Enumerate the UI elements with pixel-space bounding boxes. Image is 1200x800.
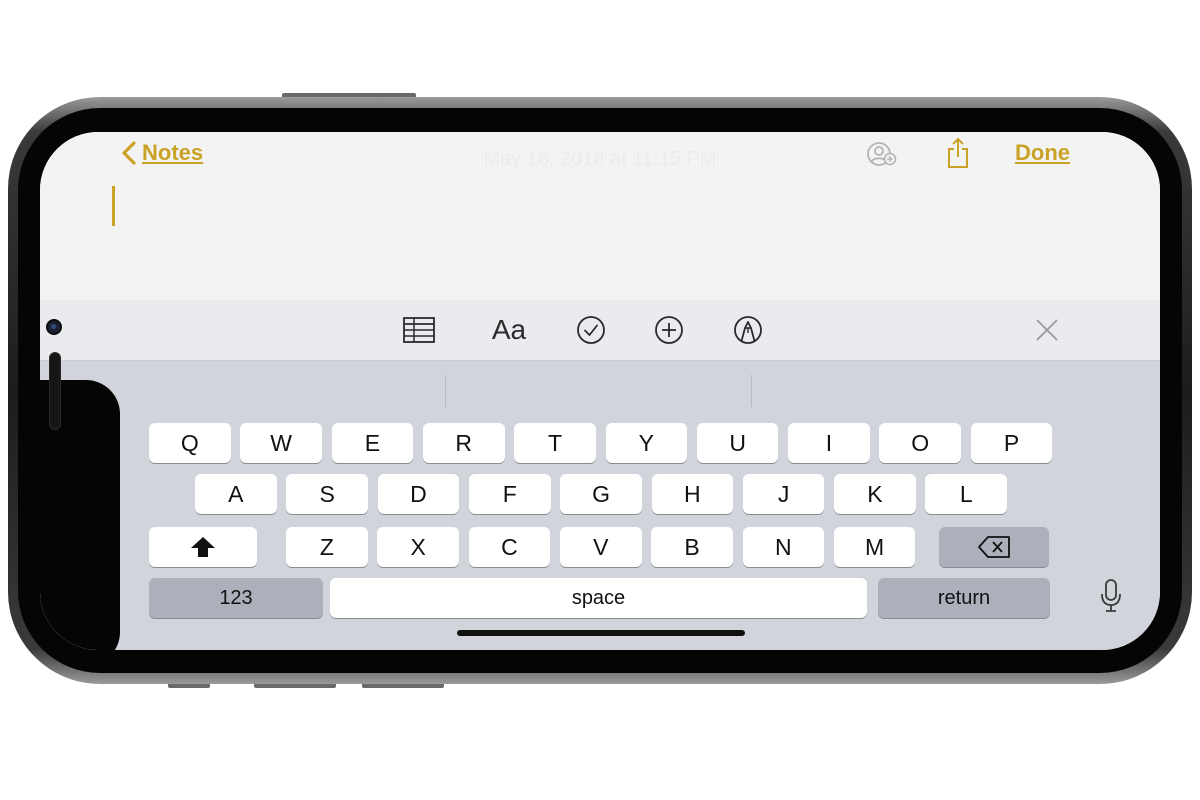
key-label: A — [228, 480, 244, 507]
add-person-icon — [867, 142, 897, 166]
suggestion-divider — [751, 375, 752, 407]
key-c[interactable]: C — [468, 527, 551, 567]
table-button[interactable] — [402, 300, 436, 360]
key-label: S — [319, 480, 335, 507]
microphone-icon — [1101, 579, 1121, 612]
share-icon — [948, 137, 968, 168]
key-i[interactable]: I — [788, 423, 870, 463]
close-icon — [1036, 319, 1058, 341]
markup-pen-icon — [734, 316, 762, 344]
key-label: C — [501, 533, 518, 560]
key-n[interactable]: N — [742, 527, 825, 567]
key-r[interactable]: R — [422, 423, 505, 463]
space-key-label: space — [571, 586, 626, 609]
home-indicator — [457, 630, 745, 636]
key-g[interactable]: G — [560, 474, 642, 514]
key-label: I — [825, 429, 833, 456]
key-s[interactable]: S — [286, 474, 368, 514]
text-cursor — [112, 186, 115, 226]
key-o[interactable]: O — [879, 423, 962, 463]
text-format-icon: Aa — [491, 314, 527, 345]
key-label: M — [865, 533, 885, 560]
key-label: X — [410, 533, 426, 560]
key-k[interactable]: K — [834, 474, 916, 514]
key-label: E — [364, 429, 381, 456]
shift-key[interactable] — [149, 527, 257, 567]
key-j[interactable]: J — [742, 474, 825, 514]
key-label: P — [1003, 429, 1020, 456]
checklist-icon — [577, 316, 605, 344]
backspace-icon — [978, 536, 1010, 558]
key-label: Q — [180, 429, 199, 456]
plus-circle-icon — [655, 316, 683, 344]
key-y[interactable]: Y — [605, 423, 688, 463]
key-f[interactable]: F — [468, 474, 551, 514]
numbers-key-label: 123 — [219, 586, 253, 609]
markup-button[interactable] — [732, 300, 764, 360]
earpiece-speaker — [49, 352, 61, 430]
key-d[interactable]: D — [377, 474, 460, 514]
front-camera — [48, 321, 60, 333]
key-e[interactable]: E — [331, 423, 414, 463]
key-label: Y — [638, 429, 655, 456]
key-label: U — [729, 429, 746, 456]
key-label: O — [911, 429, 930, 456]
format-toolbar: Aa — [40, 300, 1160, 361]
return-key-label: return — [937, 586, 991, 609]
insert-button[interactable] — [653, 300, 685, 360]
key-x[interactable]: X — [377, 527, 459, 567]
key-label: H — [684, 480, 701, 507]
delete-key[interactable] — [939, 527, 1049, 567]
share-button[interactable] — [946, 136, 970, 170]
key-h[interactable]: H — [651, 474, 734, 514]
key-label: K — [867, 480, 883, 507]
key-b[interactable]: B — [651, 527, 733, 567]
dictation-button[interactable] — [1098, 571, 1124, 621]
key-l[interactable]: L — [925, 474, 1008, 514]
key-z[interactable]: Z — [286, 527, 368, 567]
suggestion-divider — [445, 375, 446, 407]
key-label: T — [548, 429, 563, 456]
keyboard: Q W E R T Y U I O P A S D F G H J K L Z X C V B N M 123 space r… — [40, 361, 1160, 650]
key-label: J — [777, 480, 790, 507]
add-person-button[interactable] — [865, 140, 903, 170]
note-editor[interactable]: Notes May 16, 2018 at 11:15 PM Done — [40, 132, 1160, 300]
key-label: W — [270, 429, 292, 456]
key-label: F — [502, 480, 517, 507]
done-button[interactable]: Done — [1015, 140, 1070, 166]
key-label: V — [593, 533, 609, 560]
return-key[interactable]: return — [878, 578, 1050, 618]
key-p[interactable]: P — [970, 423, 1053, 463]
key-label: D — [410, 480, 427, 507]
key-q[interactable]: Q — [149, 423, 231, 463]
key-t[interactable]: T — [514, 423, 596, 463]
phone-screen: Notes May 16, 2018 at 11:15 PM Done Aa Q… — [40, 132, 1160, 650]
note-timestamp: May 16, 2018 at 11:15 PM — [483, 148, 717, 170]
key-w[interactable]: W — [240, 423, 322, 463]
key-label: N — [775, 533, 792, 560]
checklist-button[interactable] — [575, 300, 607, 360]
key-label: R — [455, 429, 473, 456]
key-label: Z — [319, 533, 334, 560]
key-label: B — [684, 533, 700, 560]
table-icon — [403, 317, 435, 343]
text-format-button[interactable]: Aa — [484, 300, 534, 360]
numbers-key[interactable]: 123 — [149, 578, 323, 618]
key-a[interactable]: A — [195, 474, 277, 514]
key-label: G — [592, 480, 610, 507]
key-m[interactable]: M — [833, 527, 916, 567]
shift-arrow-icon — [191, 537, 215, 557]
close-toolbar-button[interactable] — [1032, 300, 1062, 360]
key-label: L — [959, 480, 973, 507]
key-v[interactable]: V — [559, 527, 642, 567]
space-key[interactable]: space — [330, 578, 867, 618]
key-u[interactable]: U — [696, 423, 779, 463]
